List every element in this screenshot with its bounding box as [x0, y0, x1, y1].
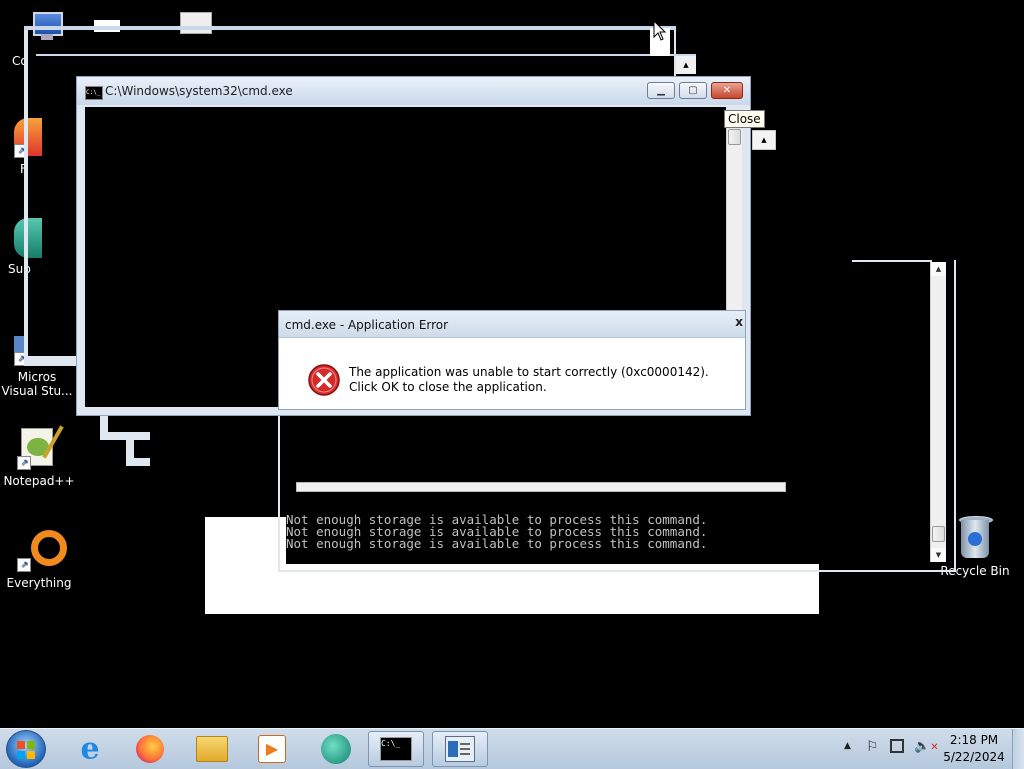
background-console-hscroll[interactable]	[296, 482, 786, 492]
notepad-plus-plus-icon: ↗	[17, 424, 64, 470]
taskbar-internet-explorer[interactable]: e	[62, 731, 118, 767]
file-explorer-icon	[196, 736, 228, 762]
close-icon: ✕	[722, 85, 732, 96]
cmd-window-title: C:\Windows\system32\cmd.exe	[105, 84, 293, 98]
scroll-down-icon[interactable]: ▼	[931, 548, 946, 562]
maximize-button[interactable]: ▢	[679, 82, 707, 99]
taskbar-window[interactable]	[432, 731, 488, 767]
desktop-icon-label: Micros Visual Stu...	[1, 370, 73, 398]
maximize-icon: ▢	[688, 85, 698, 96]
action-center-flag-icon[interactable]: ⚐	[866, 739, 879, 755]
show-desktop-button[interactable]	[1012, 729, 1024, 769]
background-console-topline	[852, 260, 932, 262]
clock-time[interactable]: 2:18 PM	[942, 733, 1006, 747]
cmd-taskbar-icon: C:\_	[380, 737, 412, 761]
taskbar-firefox[interactable]	[122, 731, 178, 767]
ghost-window-divider	[36, 54, 696, 56]
cmd-icon: C:\_	[85, 86, 103, 100]
internet-explorer-icon: e	[80, 731, 100, 767]
ghost-window-titlebar	[24, 26, 676, 30]
mouse-cursor-icon	[653, 19, 667, 45]
minimize-button[interactable]: ▁	[647, 82, 675, 99]
error-dialog-title: cmd.exe - Application Error	[285, 318, 449, 332]
taskbar-file-explorer[interactable]	[184, 731, 240, 767]
windows-start-icon[interactable]	[6, 730, 46, 768]
shortcut-arrow-icon: ↗	[17, 558, 31, 572]
desktop-icon-everything[interactable]: ↗ Everything	[2, 528, 76, 590]
error-icon	[307, 363, 341, 400]
support-assistant-icon	[321, 734, 351, 764]
volume-muted-icon[interactable]: 🔈✕	[914, 739, 939, 754]
background-console-output: Not enough storage is available to proce…	[286, 513, 930, 564]
taskbar-cmd[interactable]: C:\_	[368, 731, 424, 767]
window-taskbar-icon	[445, 736, 475, 762]
taskbar-support-assistant[interactable]	[308, 731, 364, 767]
close-button[interactable]: ✕	[711, 82, 743, 99]
ghost-artifact	[126, 458, 150, 466]
network-icon[interactable]	[890, 739, 904, 753]
close-tooltip: Close	[724, 110, 765, 128]
minimize-icon: ▁	[657, 85, 665, 96]
recycle-bin-icon	[957, 514, 993, 560]
desktop-icon-notepad-plus-plus[interactable]: ↗ Notepad++	[2, 424, 76, 488]
clock-date[interactable]: 5/22/2024	[942, 750, 1006, 764]
scroll-up-icon[interactable]: ▲	[931, 262, 946, 276]
console-line: Not enough storage is available to proce…	[286, 536, 708, 551]
desktop-icon-label: Notepad++	[3, 474, 75, 488]
show-hidden-icons-icon[interactable]: ▲	[844, 741, 851, 751]
dialog-close-icon[interactable]: x	[735, 315, 743, 329]
desktop-icon-label: Everything	[6, 576, 72, 590]
ghost-scroll-up-icon: ▲	[676, 56, 696, 74]
error-dialog[interactable]: cmd.exe - Application Error x The applic…	[278, 310, 746, 410]
scroll-thumb[interactable]	[932, 526, 945, 542]
cmd-window-titlebar[interactable]: C:\_ C:\Windows\system32\cmd.exe ▁ ▢ ✕	[77, 77, 750, 105]
error-message: The application was unable to start corr…	[349, 365, 709, 394]
firefox-icon	[136, 735, 164, 763]
background-console-scrollbar[interactable]: ▲ ▼	[930, 262, 946, 562]
ghost-artifact	[100, 432, 150, 440]
media-player-icon: ▶	[258, 735, 286, 763]
shortcut-arrow-icon: ↗	[17, 456, 31, 470]
error-dialog-titlebar[interactable]: cmd.exe - Application Error x	[279, 311, 745, 338]
everything-search-icon: ↗	[17, 528, 67, 572]
scroll-thumb[interactable]	[728, 129, 741, 145]
ghost-window-bottom	[24, 356, 76, 366]
scroll-up-icon[interactable]: ▲	[752, 130, 776, 150]
taskbar-media-player[interactable]: ▶	[244, 731, 300, 767]
taskbar: e ▶ C:\_ ▲ ⚐ 🔈✕ 2:18 PM 5/22/2024	[0, 728, 1024, 769]
